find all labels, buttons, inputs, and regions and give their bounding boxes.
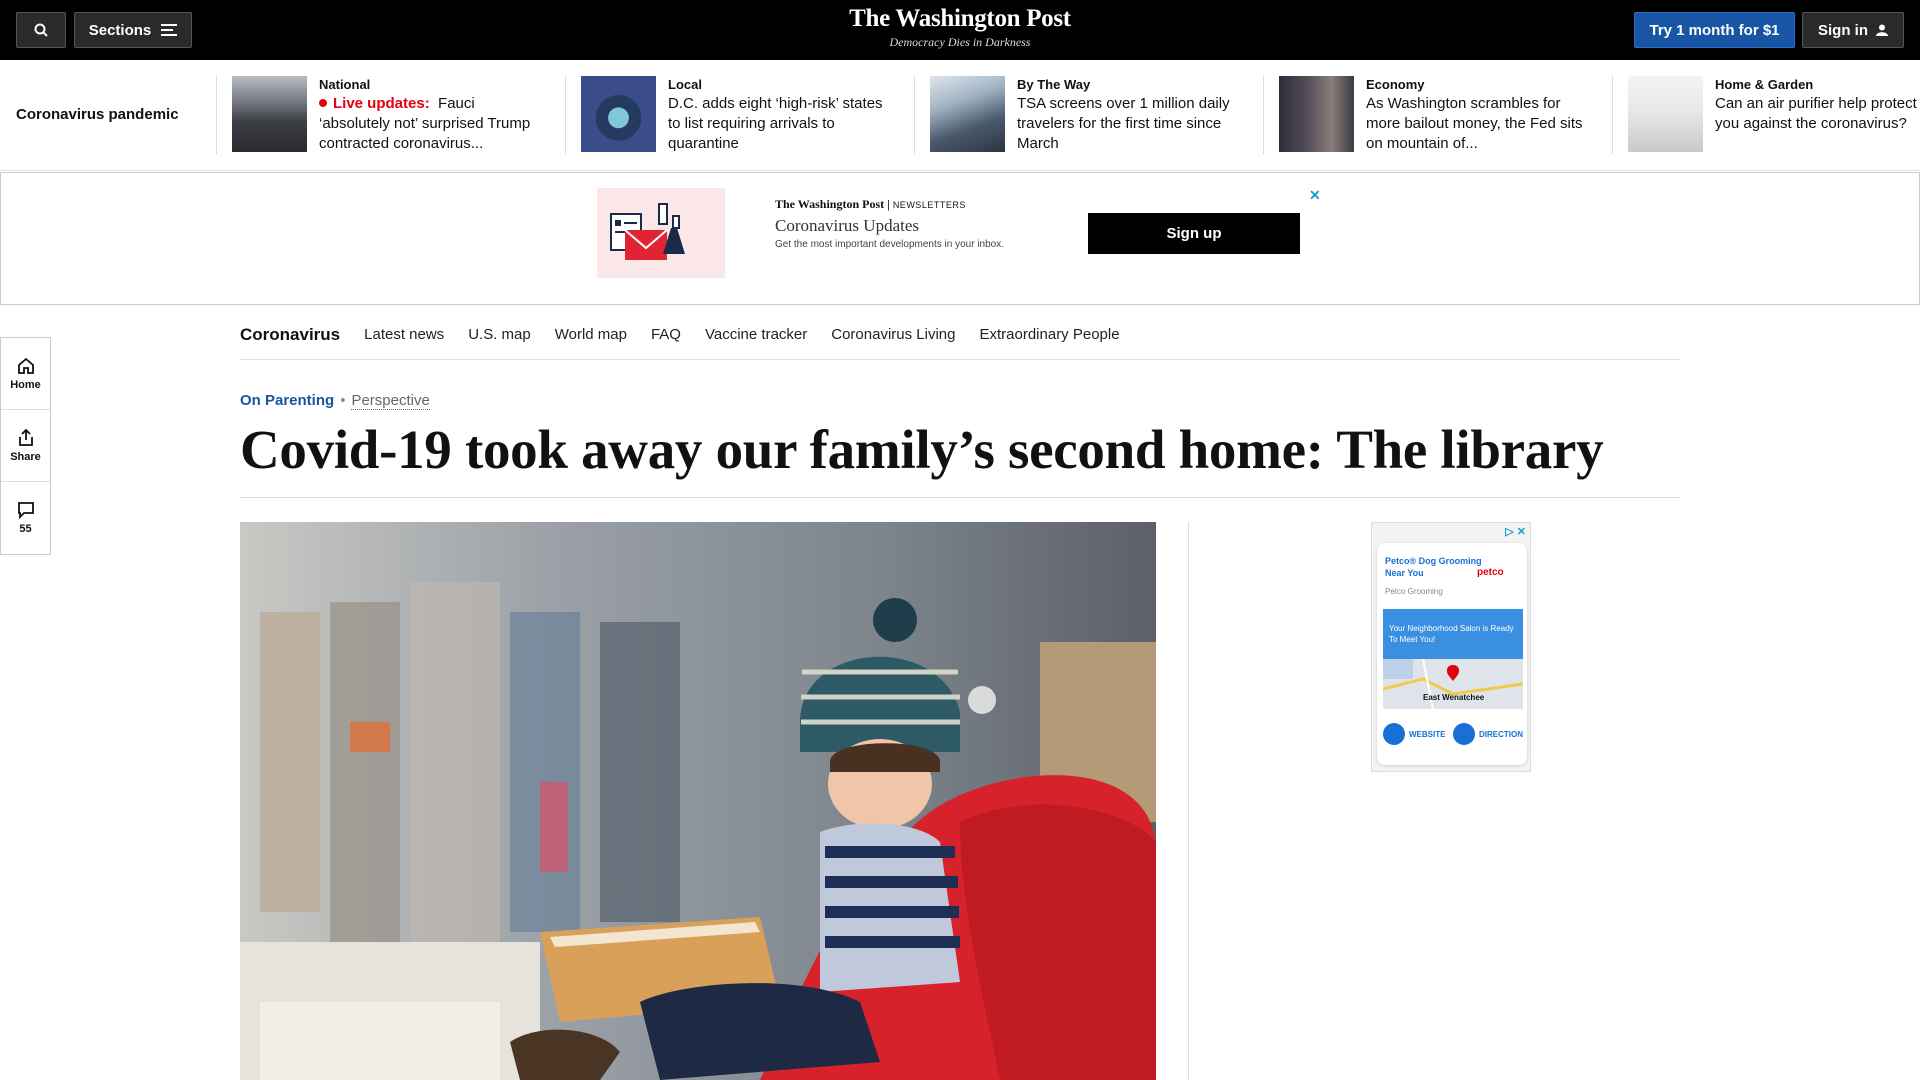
article-headline: Covid-19 took away our family’s second h…: [240, 419, 1604, 480]
ad-card[interactable]: Petco® Dog Grooming Near You petco Petco…: [1377, 543, 1527, 765]
section-nav-coronavirus-living[interactable]: Coronavirus Living: [831, 326, 955, 343]
kicker-section[interactable]: On Parenting: [240, 392, 334, 409]
home-button[interactable]: Home: [1, 338, 50, 410]
section-nav-faq[interactable]: FAQ: [651, 326, 681, 343]
thumbnail-image[interactable]: [930, 76, 1005, 152]
left-action-rail: Home Share 55: [0, 337, 51, 555]
strip-item[interactable]: National Live updates: Fauci ‘absolutely…: [216, 76, 565, 154]
sidebar-advertisement[interactable]: ▷ ✕ Petco® Dog Grooming Near You petco P…: [1371, 522, 1531, 772]
share-icon: [18, 428, 33, 446]
ad-logo: petco: [1477, 567, 1504, 578]
section-navigation: Coronavirus Latest news U.S. map World m…: [240, 310, 1680, 360]
search-button[interactable]: [16, 12, 66, 48]
ad-promo[interactable]: Your Neighborhood Salon is Ready To Meet…: [1383, 609, 1523, 659]
home-icon: [17, 357, 34, 374]
strip-headline[interactable]: Can an air purifier help protect you aga…: [1715, 94, 1920, 134]
ad-advertiser: Petco Grooming: [1385, 587, 1443, 596]
directions-icon[interactable]: [1453, 723, 1475, 745]
divider: [1188, 522, 1189, 1080]
strip-section: Economy: [1366, 77, 1425, 92]
child-reading-image: [240, 522, 1156, 1080]
newsletter-brand-sub: NEWSLETTERS: [892, 200, 966, 210]
comment-icon: [17, 502, 34, 519]
search-icon: [34, 23, 48, 37]
sign-in-button[interactable]: Sign in: [1802, 12, 1904, 48]
top-navigation-bar: Sections The Washington Post Democracy D…: [0, 0, 1920, 60]
article-kicker: On Parenting • Perspective: [240, 392, 430, 410]
comments-count: 55: [19, 523, 32, 535]
section-nav-extraordinary-people[interactable]: Extraordinary People: [979, 326, 1119, 343]
sections-menu-button[interactable]: Sections: [74, 12, 192, 48]
share-button[interactable]: Share: [1, 410, 50, 482]
section-nav-us-map[interactable]: U.S. map: [468, 326, 531, 343]
newsletter-promo-band: The Washington Post | NEWSLETTERS Corona…: [0, 172, 1920, 305]
thumbnail-image[interactable]: [232, 76, 307, 152]
thumbnail-image[interactable]: [1628, 76, 1703, 152]
thumbnail-image[interactable]: [1279, 76, 1354, 152]
newsletter-illustration: [597, 188, 725, 278]
site-tagline: Democracy Dies in Darkness: [889, 35, 1031, 49]
strip-headline[interactable]: Live updates: Fauci ‘absolutely not’ sur…: [319, 94, 549, 154]
live-label: Live updates:: [333, 95, 430, 112]
strip-section: Home & Garden: [1715, 77, 1814, 92]
strip-label[interactable]: Coronavirus pandemic: [16, 106, 179, 123]
ad-map-label: East Wenatchee: [1423, 693, 1485, 702]
thumbnail-image[interactable]: [581, 76, 656, 152]
home-label: Home: [10, 378, 41, 391]
strip-item[interactable]: Home & Garden Can an air purifier help p…: [1612, 76, 1920, 154]
strip-section: National: [319, 77, 371, 92]
ad-directions-link[interactable]: DIRECTIONS: [1479, 730, 1523, 739]
section-nav-vaccine-tracker[interactable]: Vaccine tracker: [705, 326, 807, 343]
newsletter-brand: The Washington Post | NEWSLETTERS: [775, 197, 966, 211]
comments-button[interactable]: 55: [1, 482, 50, 554]
section-nav-home[interactable]: Coronavirus: [240, 325, 340, 345]
kicker-separator: •: [340, 392, 346, 409]
ad-map[interactable]: East Wenatchee: [1382, 658, 1524, 710]
divider: [240, 497, 1680, 498]
live-dot-icon: [319, 99, 327, 107]
article-lead-image[interactable]: [240, 522, 1156, 1080]
trending-headlines-strip: Coronavirus pandemic National Live updat…: [0, 60, 1920, 171]
strip-item[interactable]: Local D.C. adds eight ‘high-risk’ states…: [565, 76, 914, 154]
strip-item[interactable]: Economy As Washington scrambles for more…: [1263, 76, 1612, 154]
subscribe-button[interactable]: Try 1 month for $1: [1634, 12, 1795, 48]
ad-choices-icon[interactable]: ▷ ✕: [1505, 525, 1526, 538]
section-nav-latest-news[interactable]: Latest news: [364, 326, 444, 343]
close-icon[interactable]: ✕: [1309, 187, 1321, 204]
strip-item[interactable]: By The Way TSA screens over 1 million da…: [914, 76, 1263, 154]
strip-headline[interactable]: D.C. adds eight ‘high-risk’ states to li…: [668, 94, 898, 154]
ad-title[interactable]: Petco® Dog Grooming Near You: [1385, 555, 1485, 579]
newsletter-title: Coronavirus Updates: [775, 216, 920, 235]
newsletter-signup-button[interactable]: Sign up: [1088, 213, 1300, 254]
strip-section: Local: [668, 77, 702, 92]
hamburger-icon: [161, 24, 178, 36]
kicker-label[interactable]: Perspective: [351, 392, 430, 410]
ad-links: WEBSITE DIRECTIONS: [1383, 723, 1523, 745]
envelope-icon: [610, 203, 685, 260]
newsletter-brand-name: The Washington Post: [775, 197, 885, 211]
strip-headline[interactable]: As Washington scrambles for more bailout…: [1366, 94, 1596, 154]
strip-section: By The Way: [1017, 77, 1091, 92]
section-nav-world-map[interactable]: World map: [555, 326, 627, 343]
ad-website-link[interactable]: WEBSITE: [1409, 730, 1449, 739]
masthead[interactable]: The Washington Post Democracy Dies in Da…: [760, 4, 1160, 50]
share-label: Share: [10, 450, 41, 463]
strip-headline[interactable]: TSA screens over 1 million daily travele…: [1017, 94, 1247, 154]
user-icon: [1876, 24, 1888, 36]
newsletter-subtitle: Get the most important developments in y…: [775, 239, 1005, 250]
sections-label: Sections: [88, 21, 152, 39]
sign-in-label: Sign in: [1818, 21, 1868, 39]
globe-icon[interactable]: [1383, 723, 1405, 745]
site-logo[interactable]: The Washington Post: [760, 4, 1160, 34]
